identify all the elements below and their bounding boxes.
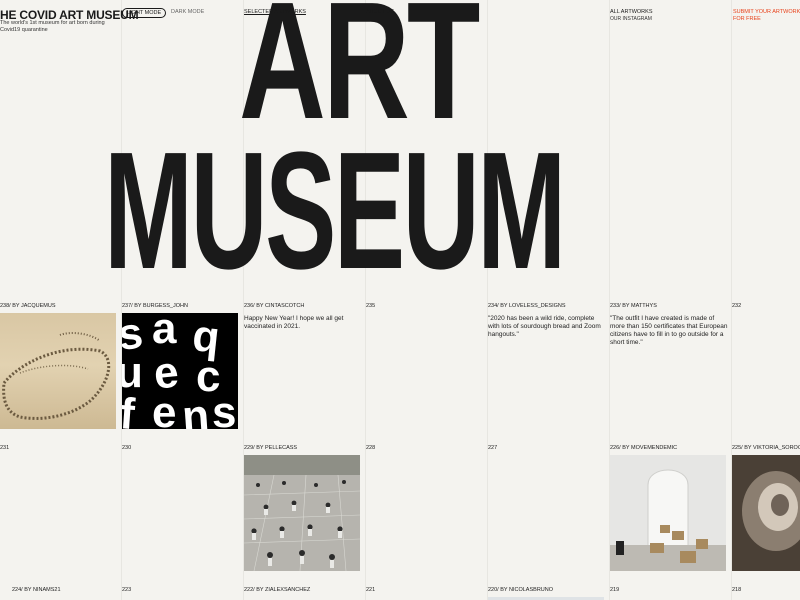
artwork-label: 230 [122, 445, 132, 451]
artwork-label: 224/ BY NINAMS21 [12, 587, 61, 593]
artwork-label: 220/ BY NICOLASBRUNO [488, 587, 554, 593]
artwork-label: 229/ BY PELLECASS [244, 445, 298, 451]
site-header: HE COVID ART MUSEUM The world's 1st muse… [0, 0, 800, 40]
artwork-card[interactable]: 232 [732, 303, 800, 311]
artwork-card[interactable]: 226/ BY MOVEMENDEMIC [610, 445, 728, 571]
submit-artwork-link[interactable]: SUBMIT YOUR ARTWORK FOR FREE [733, 9, 800, 23]
artwork-quote: "2020 has been a wild ride, complete wit… [488, 315, 601, 338]
artwork-card[interactable]: 229/ BY PELLECASS [244, 445, 362, 571]
artwork-label: 238/ BY JACQUEMUS [0, 303, 56, 309]
artwork-label: 218 [732, 587, 742, 593]
artwork-label: 235 [366, 303, 376, 309]
site-tagline: The world's 1st museum for art born duri… [0, 20, 105, 33]
artwork-label: 228 [366, 445, 376, 451]
artwork-card[interactable]: 233/ BY MATTHYS "The outfit I have creat… [610, 303, 728, 347]
artwork-image-shell[interactable] [732, 455, 800, 571]
artwork-card[interactable]: 237/ BY BURGESS_JOHN s a q u e c f e n s [122, 303, 240, 429]
artwork-card[interactable]: 224/ BY NINAMS21 [0, 587, 118, 595]
dark-mode-button[interactable]: DARK MODE [167, 8, 208, 16]
artwork-image-letters[interactable]: s a q u e c f e n s [122, 313, 238, 429]
artwork-card[interactable]: 235 [366, 303, 484, 311]
light-mode-button[interactable]: LIGHT MODE [122, 8, 167, 18]
artwork-label: 233/ BY MATTHYS [610, 303, 657, 309]
artwork-label: 223 [122, 587, 132, 593]
artwork-card[interactable]: 225/ BY VIKTORIA_SOROCHAN [732, 445, 800, 571]
artwork-quote: "The outfit I have created is made of mo… [610, 315, 728, 346]
artwork-card[interactable]: 236/ BY CINTASCOTCH Happy New Year! I ho… [244, 303, 362, 331]
artwork-label: 237/ BY BURGESS_JOHN [122, 303, 188, 309]
artwork-card[interactable]: 228 [366, 445, 484, 453]
hero-title-museum: MUSEUM [104, 118, 566, 304]
artwork-card[interactable]: 222/ BY ZIALEXSANCHEZ [244, 587, 362, 595]
artwork-image-circle[interactable] [0, 313, 116, 429]
artwork-label: 227 [488, 445, 498, 451]
artwork-label: 221 [366, 587, 376, 593]
artwork-card[interactable]: 220/ BY NICOLASBRUNO [488, 587, 606, 600]
artwork-card[interactable]: 218 [732, 587, 800, 595]
artwork-quote: Happy New Year! I hope we all get vaccin… [244, 315, 344, 330]
letter-glyph: e [152, 388, 176, 429]
artwork-label: 226/ BY MOVEMENDEMIC [610, 445, 678, 451]
letter-glyph: s [212, 388, 236, 429]
artwork-card[interactable]: 234/ BY LOVELESS_DESIGNS "2020 has been … [488, 303, 606, 339]
nav-instagram[interactable]: OUR INSTAGRAM [610, 16, 652, 22]
nav-about-us[interactable]: ABOUT US [366, 9, 394, 15]
artwork-card[interactable]: 231 [0, 445, 118, 453]
artwork-label: 231 [0, 445, 10, 451]
artwork-label: 232 [732, 303, 742, 309]
artwork-card[interactable]: 238/ BY JACQUEMUS [0, 303, 118, 429]
artwork-label: 222/ BY ZIALEXSANCHEZ [244, 587, 311, 593]
nav-selected-artworks[interactable]: SELECTED ARTWORKS [244, 9, 306, 15]
artwork-card[interactable]: 230 [122, 445, 240, 453]
artwork-card[interactable]: 221 [366, 587, 484, 595]
artwork-card[interactable]: 223 [122, 587, 240, 595]
artwork-label: 236/ BY CINTASCOTCH [244, 303, 305, 309]
artwork-label: 225/ BY VIKTORIA_SOROCHAN [732, 445, 800, 451]
artwork-label: 219 [610, 587, 620, 593]
artwork-image-room[interactable] [610, 455, 726, 571]
letter-glyph: n [181, 391, 211, 429]
artwork-image-crowd[interactable] [244, 455, 360, 571]
artwork-label: 234/ BY LOVELESS_DESIGNS [488, 303, 566, 309]
letter-glyph: f [122, 389, 137, 429]
nav-all-artworks[interactable]: ALL ARTWORKS [610, 9, 653, 15]
artwork-card[interactable]: 219 [610, 587, 728, 595]
artwork-card[interactable]: 227 [488, 445, 606, 453]
